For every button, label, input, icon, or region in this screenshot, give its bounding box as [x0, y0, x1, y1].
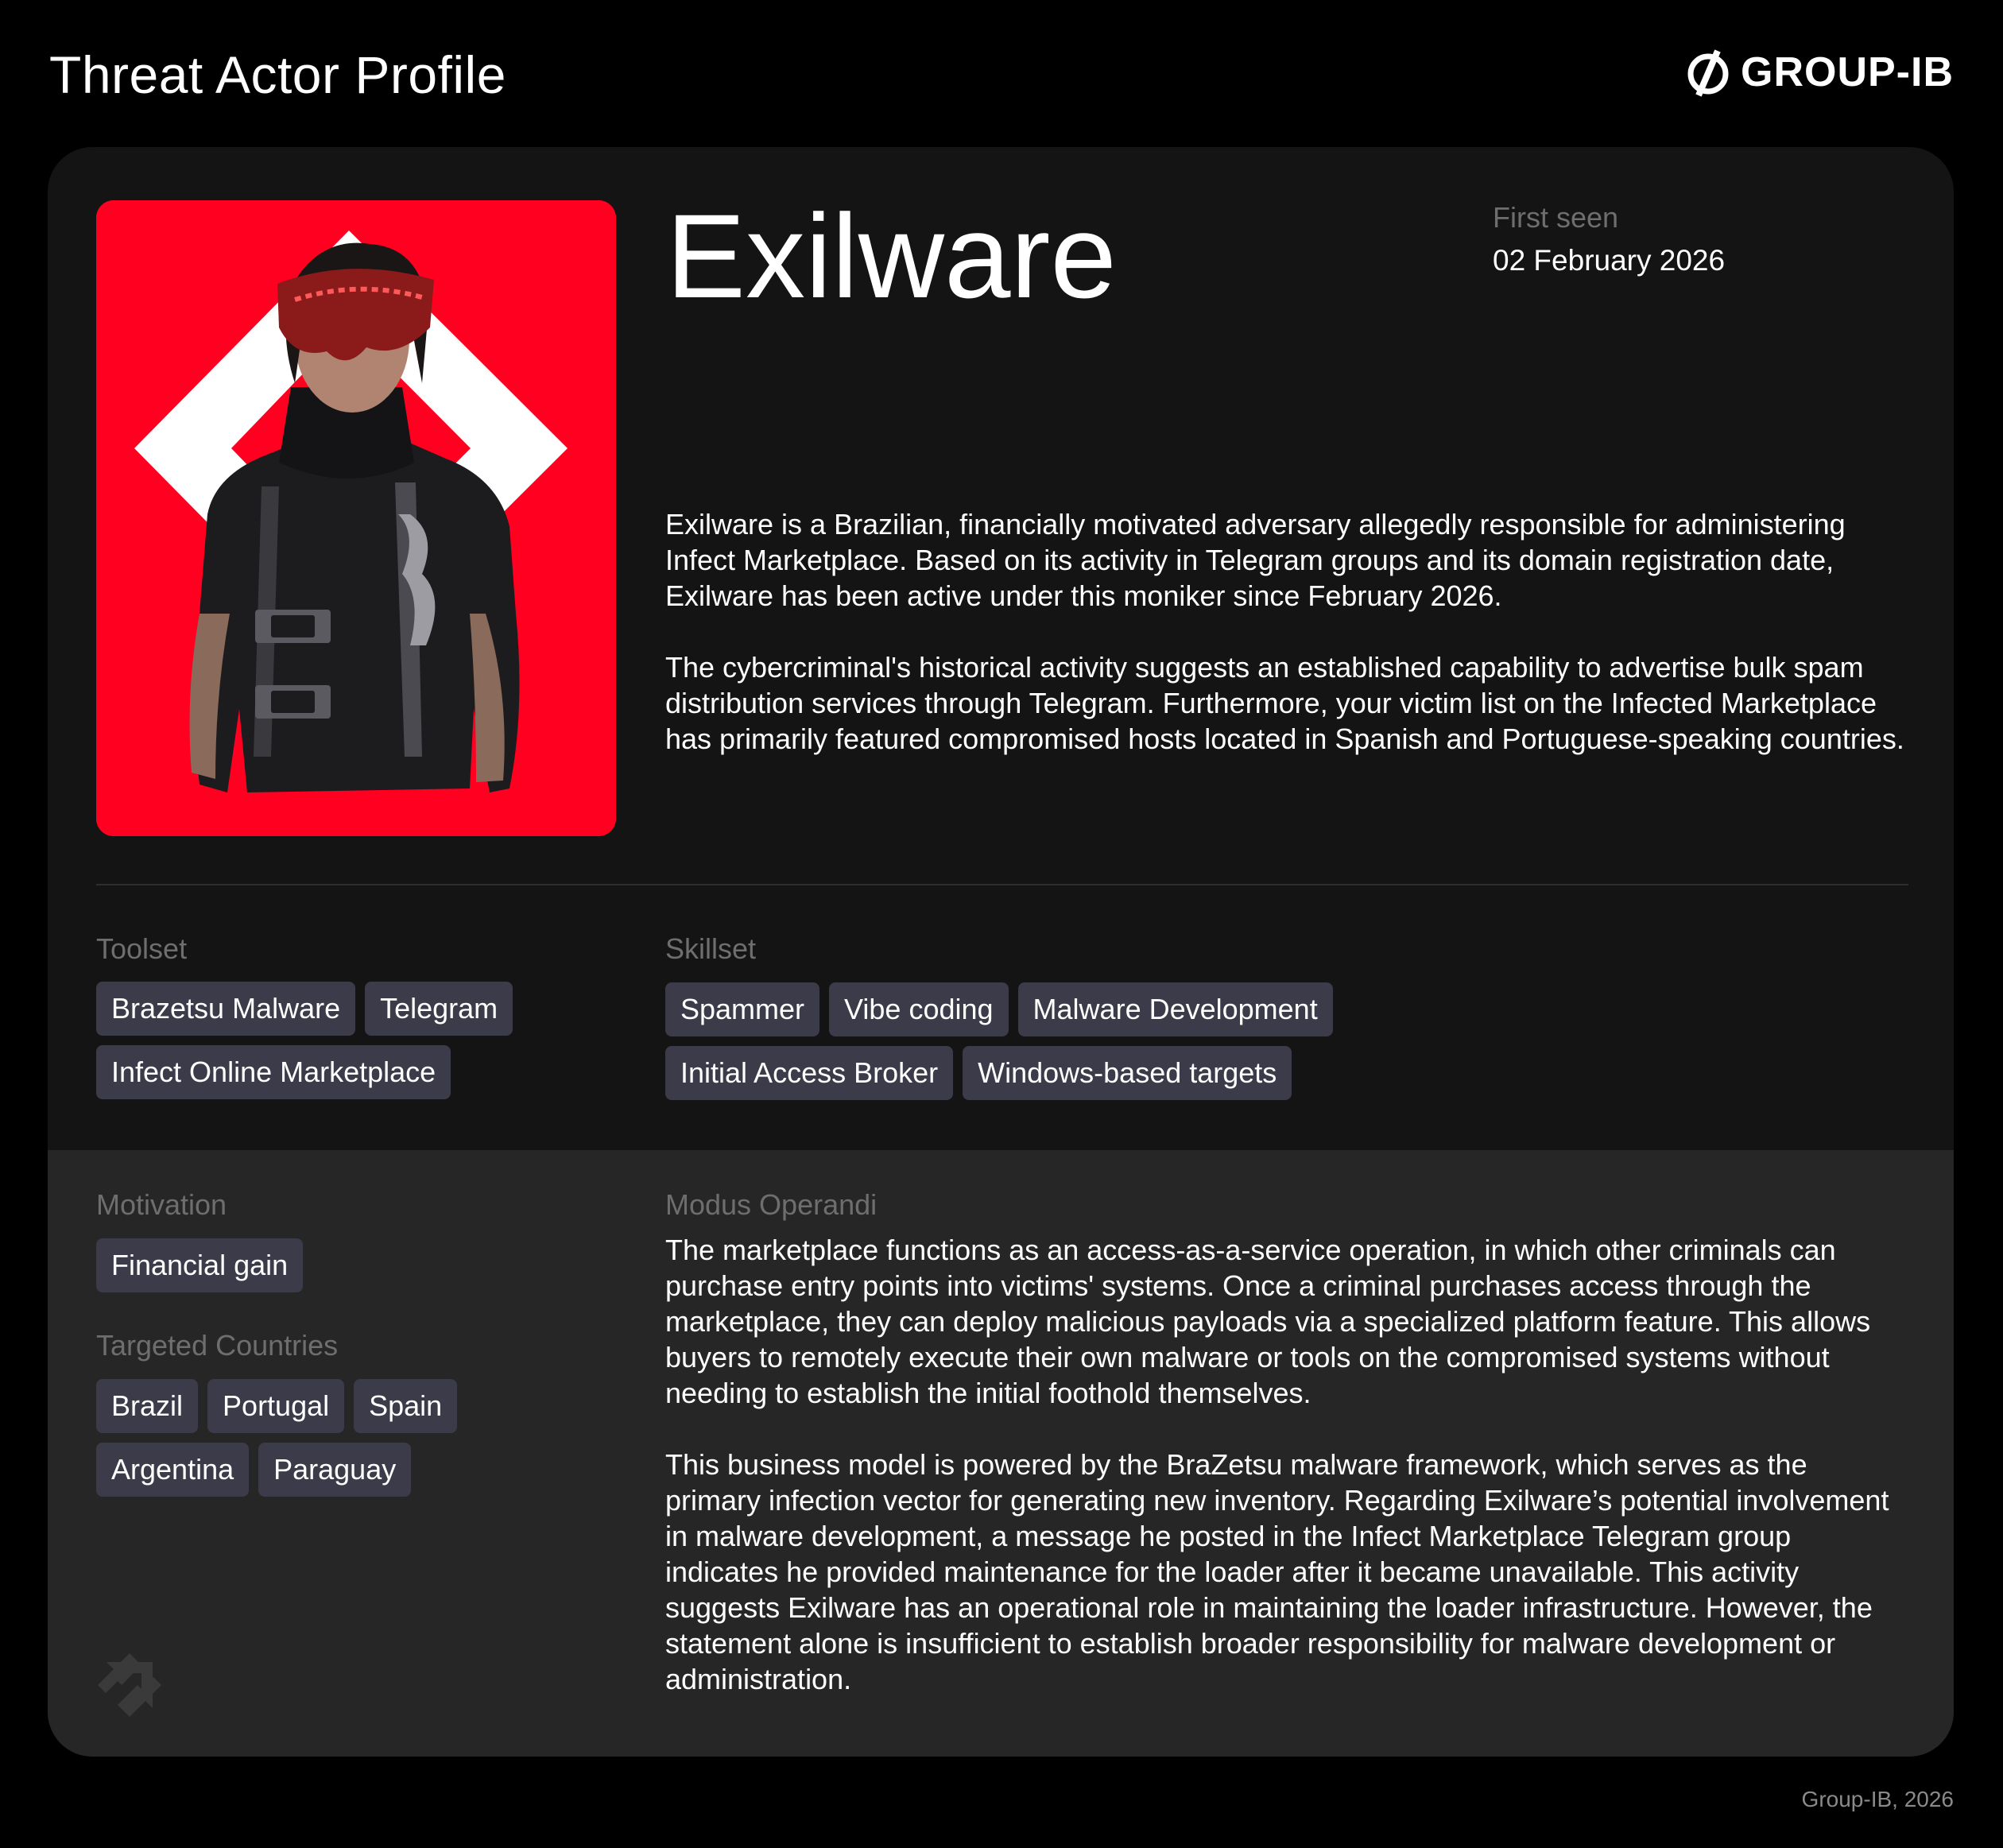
section-divider [96, 884, 1908, 885]
skillset-tag: Malware Development [1017, 982, 1333, 1036]
motivation-label: Motivation [96, 1188, 227, 1221]
group-ib-logo-icon [1687, 49, 1729, 97]
modus-operandi-label: Modus Operandi [665, 1188, 878, 1221]
first-seen-label: First seen [1493, 201, 1619, 234]
description-paragraph: Exilware is a Brazilian, financially mot… [665, 508, 1846, 612]
group-ib-mark-icon [98, 1653, 161, 1717]
skillset-tag: Vibe coding [829, 982, 1009, 1036]
actor-name: Exilware [666, 189, 1117, 323]
modus-operandi-text: The marketplace functions as an access-a… [665, 1232, 1905, 1733]
toolset-tag: Telegram [365, 982, 513, 1036]
motivation-tags: Financial gain [96, 1238, 613, 1292]
motivation-tag: Financial gain [96, 1238, 304, 1292]
page-title: Threat Actor Profile [49, 45, 506, 104]
toolset-tag: Infect Online Marketplace [96, 1045, 451, 1099]
skillset-tag: Windows-based targets [963, 1046, 1292, 1100]
actor-illustration [96, 200, 616, 836]
country-tag: Spain [354, 1379, 458, 1433]
skillset-tag: Initial Access Broker [665, 1046, 954, 1100]
brand-logo: GROUP-IB [1685, 45, 1954, 100]
country-tag: Paraguay [258, 1443, 412, 1497]
footer-credit: Group-IB, 2026 [1801, 1787, 1954, 1811]
modus-paragraph: This business model is powered by the Br… [665, 1448, 1889, 1695]
country-tag: Portugal [207, 1379, 345, 1433]
toolset-tags: Brazetsu Malware Telegram Infect Online … [96, 982, 613, 1099]
modus-paragraph: The marketplace functions as an access-a… [665, 1234, 1871, 1409]
first-seen-date: 02 February 2026 [1493, 244, 1726, 277]
country-tag: Brazil [96, 1379, 199, 1433]
profile-card: Exilware First seen 02 February 2026 Exi… [48, 147, 1954, 1757]
toolset-label: Toolset [96, 932, 188, 965]
skillset-tags: Spammer Vibe coding Malware Development … [665, 982, 1444, 1100]
actor-description: Exilware is a Brazilian, financially mot… [665, 506, 1905, 792]
country-tag: Argentina [96, 1443, 250, 1497]
brand-name: GROUP-IB [1741, 49, 1954, 95]
description-paragraph: The cybercriminal's historical activity … [665, 651, 1904, 755]
actor-portrait [96, 200, 616, 836]
targeted-countries-label: Targeted Countries [96, 1329, 339, 1362]
skillset-tag: Spammer [665, 982, 820, 1036]
toolset-tag: Brazetsu Malware [96, 982, 356, 1036]
skillset-label: Skillset [665, 932, 757, 965]
targeted-countries-tags: Brazil Portugal Spain Argentina Paraguay [96, 1379, 509, 1497]
